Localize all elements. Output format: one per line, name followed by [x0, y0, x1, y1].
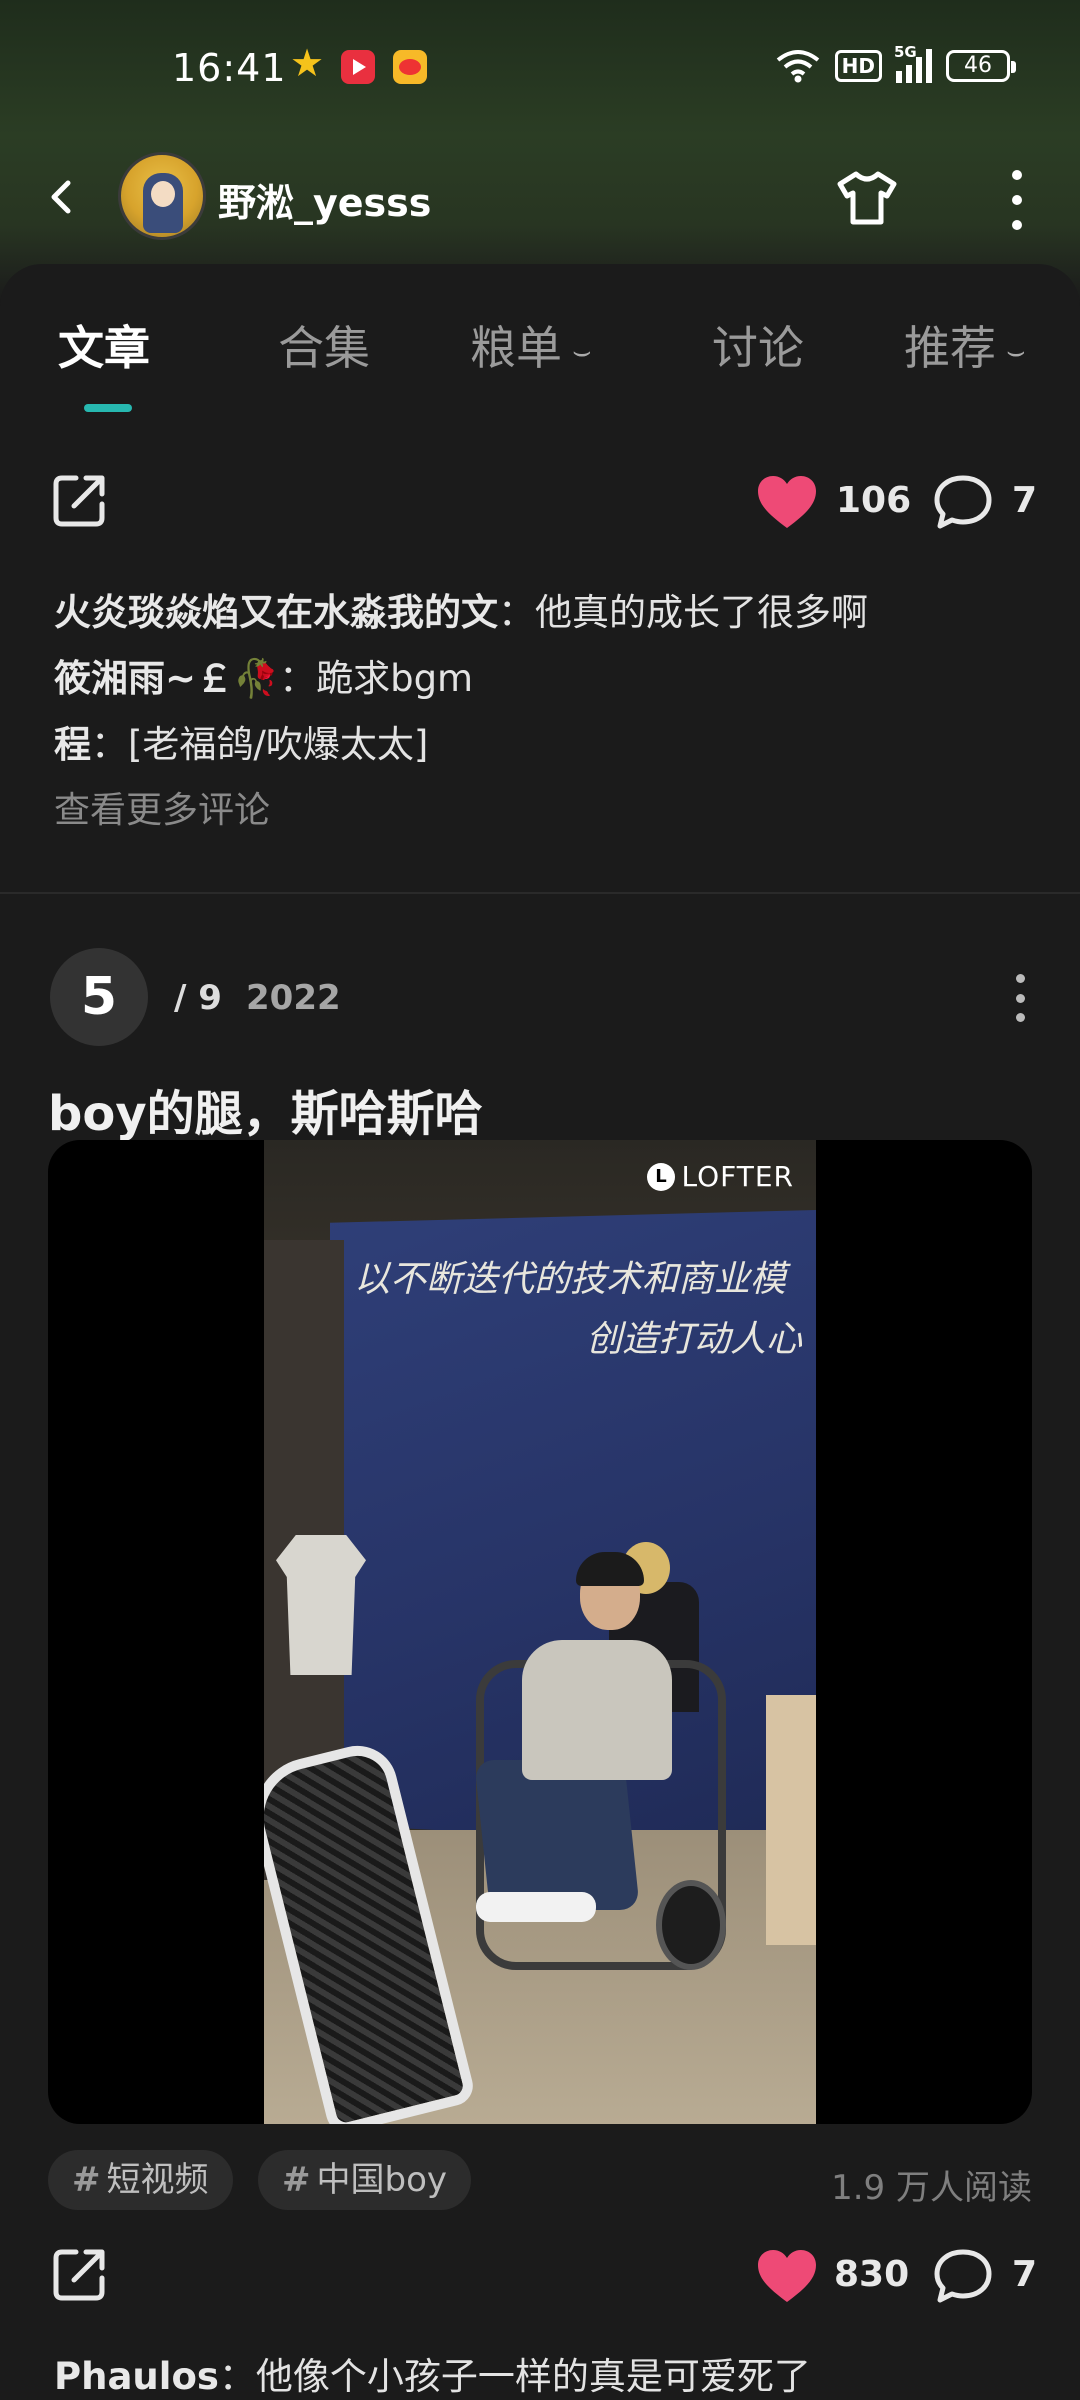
wifi-icon [776, 50, 819, 83]
scene-wall-text: 以不断迭代的技术和商业模 创造打动人心 [354, 1250, 802, 1370]
cellular-signal-icon: 5G [894, 43, 932, 83]
weibo-notification-icon [393, 50, 427, 84]
tag-chip[interactable]: # 短视频 [48, 2150, 233, 2210]
page-total: / 9 [174, 978, 222, 1018]
hd-icon: HD [834, 50, 882, 82]
post-year: 2022 [246, 978, 341, 1018]
content-panel: 文章 合集 粮单 ⌣ 讨论 推荐 ⌣ 106 7 火炎琰焱焰又在水淼我的文：他真的成… [0, 264, 1080, 2400]
scene-desk [766, 1695, 816, 1945]
wall-text-line-1: 以不断迭代的技术和商业模 [354, 1259, 787, 1300]
comment-author: 火炎琰焱焰又在水淼我的文 [54, 591, 498, 634]
username[interactable]: 野淞_yesss [218, 172, 431, 227]
tab-articles-label: 文章 [58, 321, 150, 375]
comment-item[interactable]: 筱湘雨~￡🥀：跪求bgm [54, 646, 1034, 712]
back-arrow-icon[interactable] [44, 180, 78, 214]
tag-label: 短视频 [106, 2160, 209, 2200]
page-number-badge: 5 [50, 948, 148, 1046]
tag-hash: # [282, 2160, 311, 2200]
like-count: 106 [836, 480, 912, 521]
comment-item[interactable]: 程：[老福鸽/吹爆太太] [54, 712, 1034, 778]
tag-hash: # [72, 2160, 101, 2200]
tab-discussion-label: 讨论 [712, 321, 804, 375]
tab-recommend[interactable]: 推荐 ⌣ [904, 312, 1026, 378]
tab-grain-list[interactable]: 粮单 ⌣ [470, 312, 592, 378]
share-icon[interactable] [52, 2246, 108, 2302]
comment-author: 筱湘雨~￡🥀 [54, 657, 280, 700]
tag-chip[interactable]: # 中国boy [258, 2150, 472, 2210]
top-navigation: 野淞_yesss [0, 140, 1080, 260]
comment-icon[interactable] [934, 474, 992, 530]
lofter-watermark-text: LOFTER [681, 1160, 794, 1193]
tab-recommend-label: 推荐 [904, 321, 996, 375]
wall-text-line-2: 创造打动人心 [586, 1319, 803, 1360]
comment-author: 程 [54, 723, 91, 766]
scene-wheel [656, 1880, 726, 1970]
post-divider [0, 892, 1080, 894]
lofter-logo-icon: L [647, 1162, 676, 1191]
tab-bar: 文章 合集 粮单 ⌣ 讨论 推荐 ⌣ [0, 312, 1080, 382]
comment-icon[interactable] [934, 2248, 992, 2304]
read-count: 1.9 万人阅读 [831, 2168, 1032, 2208]
tab-grain-list-label: 粮单 [470, 321, 562, 375]
star-notification-icon: ★ [290, 41, 325, 85]
tab-collections[interactable]: 合集 [278, 312, 370, 378]
tags-row: # 短视频 # 中国boy 1.9 万人阅读 [48, 2150, 1032, 2210]
scene-person-body [522, 1640, 672, 1780]
more-options-icon[interactable] [1004, 170, 1030, 230]
comment-item[interactable]: 火炎琰焱焰又在水淼我的文：他真的成长了很多啊 [54, 580, 1034, 646]
comment-author: Phaulos [54, 2355, 219, 2398]
heart-icon[interactable] [756, 2248, 818, 2304]
video-app-notification-icon [341, 50, 375, 84]
post-meta-row: 5 / 9 2022 [50, 948, 1030, 1048]
like-count: 830 [834, 2254, 910, 2295]
video-frame: 以不断迭代的技术和商业模 创造打动人心 L LOFTER [264, 1140, 816, 2124]
network-type: 5G [894, 43, 917, 61]
battery-icon: 46 [946, 50, 1016, 82]
comment-count: 7 [1012, 480, 1038, 521]
hidden-eye-icon: ⌣ [1006, 334, 1026, 369]
post-title[interactable]: boy的腿，斯哈斯哈 [48, 1074, 483, 1144]
hidden-eye-icon: ⌣ [572, 334, 592, 369]
share-icon[interactable] [52, 472, 108, 528]
scene-person-shoes [476, 1892, 596, 1922]
tab-indicator [84, 404, 132, 412]
tshirt-icon[interactable] [836, 170, 898, 226]
comment-text: ：跪求bgm [279, 657, 474, 700]
comment-text: ：他像个小孩子一样的真是可爱死了 [218, 2355, 811, 2398]
prev-post-comments: 火炎琰焱焰又在水淼我的文：他真的成长了很多啊 筱湘雨~￡🥀：跪求bgm 程：[老… [54, 580, 1034, 844]
tab-discussion[interactable]: 讨论 [712, 312, 804, 378]
scene-person-legs [474, 1760, 640, 1910]
comment-text: ：[老福鸽/吹爆太太] [91, 723, 429, 766]
tab-articles[interactable]: 文章 [58, 312, 150, 378]
status-time: 16:41 [172, 46, 287, 90]
comment-count: 7 [1012, 2254, 1038, 2295]
status-bar: 16:41 ★ HD 5G 46 [0, 0, 1080, 140]
lofter-watermark: L LOFTER [647, 1160, 794, 1193]
video-player[interactable]: 以不断迭代的技术和商业模 创造打动人心 L LOFTER [48, 1140, 1032, 2124]
view-more-comments-link[interactable]: 查看更多评论 [54, 778, 1034, 844]
post-actions: 830 7 [0, 2236, 1080, 2316]
comment-text: ：他真的成长了很多啊 [498, 591, 868, 634]
prev-post-actions: 106 7 [0, 462, 1080, 542]
tag-label: 中国boy [316, 2160, 448, 2200]
post-comments: Phaulos：他像个小孩子一样的真是可爱死了 [54, 2344, 1034, 2400]
heart-icon[interactable] [756, 474, 818, 530]
tab-collections-label: 合集 [278, 321, 370, 375]
status-indicators: HD 5G 46 [775, 43, 1016, 84]
comment-item[interactable]: Phaulos：他像个小孩子一样的真是可爱死了 [54, 2344, 1034, 2400]
post-more-icon[interactable] [1010, 974, 1030, 1022]
avatar[interactable] [118, 152, 206, 240]
